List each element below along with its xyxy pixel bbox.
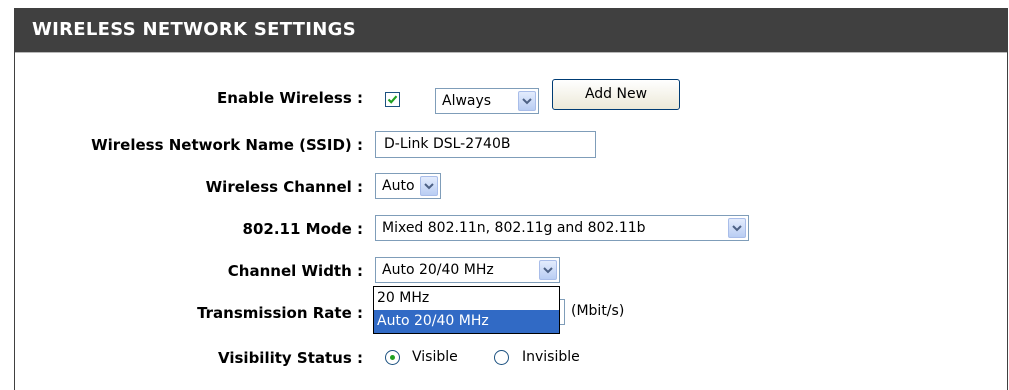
transmission-rate-unit: (Mbit/s)	[571, 303, 625, 319]
channel-width-select[interactable]: Auto 20/40 MHz	[375, 257, 560, 283]
channel-width-option[interactable]: 20 MHz	[374, 287, 559, 310]
mode-select[interactable]: Mixed 802.11n, 802.11g and 802.11b	[375, 215, 749, 241]
visibility-status-label: Visibility Status :	[218, 349, 363, 367]
add-new-button[interactable]: Add New	[552, 79, 680, 110]
schedule-select[interactable]: Always	[435, 88, 539, 114]
visible-radio[interactable]	[385, 350, 400, 365]
transmission-rate-label: Transmission Rate :	[197, 304, 363, 322]
channel-width-option-highlighted[interactable]: Auto 20/40 MHz	[374, 310, 559, 333]
schedule-select-value: Always	[442, 93, 492, 109]
invisible-radio-label: Invisible	[522, 349, 580, 365]
mode-label: 802.11 Mode :	[242, 220, 363, 238]
enable-wireless-label: Enable Wireless :	[217, 89, 363, 107]
channel-width-value: Auto 20/40 MHz	[382, 262, 494, 278]
wireless-channel-select[interactable]: Auto	[375, 173, 441, 199]
wireless-channel-label: Wireless Channel :	[205, 178, 363, 196]
chevron-down-icon[interactable]	[518, 91, 536, 111]
ssid-input[interactable]: D-Link DSL-2740B	[375, 131, 596, 158]
chevron-down-icon[interactable]	[539, 260, 557, 280]
chevron-down-icon[interactable]	[420, 176, 438, 196]
radio-selected-dot	[390, 355, 395, 360]
channel-width-label: Channel Width :	[227, 262, 363, 280]
section-header: WIRELESS NETWORK SETTINGS	[15, 8, 1007, 53]
invisible-radio[interactable]	[494, 350, 509, 365]
ssid-label: Wireless Network Name (SSID) :	[91, 136, 363, 154]
enable-wireless-checkbox[interactable]	[385, 92, 400, 107]
checkmark-icon	[387, 95, 398, 104]
channel-width-dropdown-list: 20 MHz Auto 20/40 MHz	[373, 286, 560, 334]
wireless-channel-value: Auto	[382, 178, 415, 194]
chevron-down-icon[interactable]	[728, 218, 746, 238]
visible-radio-label: Visible	[412, 349, 458, 365]
mode-value: Mixed 802.11n, 802.11g and 802.11b	[382, 220, 646, 236]
